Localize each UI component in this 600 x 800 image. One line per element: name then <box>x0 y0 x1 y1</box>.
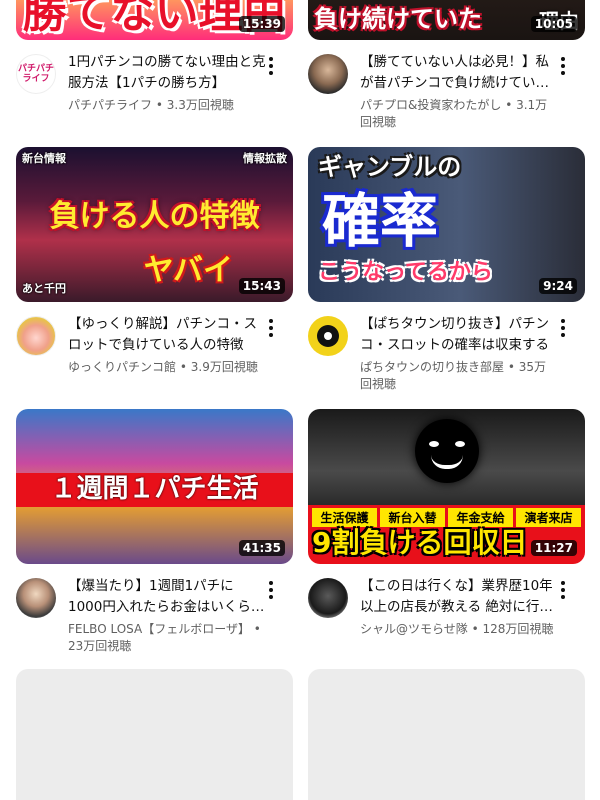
thumbnail-caption-tertiary: こうなってるから <box>318 260 493 285</box>
thumbnail-caption: 負け続けていた <box>314 4 482 33</box>
video-title[interactable]: 【爆当たり】1週間1パチに1000円入れたらお金はいくら増えるのか <box>68 576 266 618</box>
eye-icon <box>317 325 339 347</box>
video-card[interactable]: 新台情報 情報拡散 負ける人の特徴 ヤバイ あと千円 15:43 【ゆっくり解説… <box>16 147 293 394</box>
video-duration: 10:05 <box>530 16 577 32</box>
video-subline: シャル@ツモらせ隊 • 128万回視聴 <box>360 621 558 638</box>
video-duration: 15:39 <box>238 16 285 32</box>
more-options-icon[interactable] <box>553 54 573 78</box>
more-options-icon[interactable] <box>261 316 281 340</box>
meta-separator: • <box>179 360 191 374</box>
more-options-icon[interactable] <box>261 578 281 602</box>
thumbnail-caption-secondary: 確率 <box>322 187 439 255</box>
loading-thumbnail-placeholder <box>308 669 585 800</box>
thumbnail-tag-row: 生活保護 新台入替 年金支給 演者来店 <box>312 508 581 527</box>
video-title[interactable]: 【ぱちタウン切り抜き】パチンコ・スロットの確率は収束する <box>360 314 558 356</box>
view-count: 3.9万回視聴 <box>190 360 258 374</box>
thumbnail-tag: あと千円 <box>22 282 66 295</box>
video-thumbnail[interactable]: 勝てない理由 15:39 <box>16 0 293 40</box>
video-duration: 41:35 <box>238 540 285 556</box>
channel-name[interactable]: シャル@ツモらせ隊 <box>360 622 468 636</box>
channel-avatar[interactable] <box>308 54 348 94</box>
video-thumbnail[interactable]: １週間１パチ生活 41:35 <box>16 409 293 564</box>
channel-name[interactable]: パチプロ&投資家わたがし <box>360 98 501 112</box>
video-duration: 15:43 <box>238 278 285 294</box>
channel-avatar[interactable] <box>308 578 348 618</box>
meta-separator: • <box>505 98 517 112</box>
video-subline: ゆっくりパチンコ館 • 3.9万回視聴 <box>68 359 266 376</box>
thumbnail-caption-secondary: ヤバイ <box>143 253 233 288</box>
loading-thumbnail-placeholder <box>16 669 293 800</box>
video-card[interactable]: １週間１パチ生活 41:35 【爆当たり】1週間1パチに1000円入れたらお金は… <box>16 409 293 656</box>
video-thumbnail[interactable]: 生活保護 新台入替 年金支給 演者来店 9割負ける回収日 11:27 <box>308 409 585 564</box>
meta-separator: • <box>253 622 261 636</box>
channel-avatar[interactable]: パチパチ ライフ <box>16 54 56 94</box>
video-card[interactable]: 勝てない理由 15:39 パチパチ ライフ 1円パチンコの勝てない理由と克服方法… <box>16 0 293 132</box>
video-duration: 11:27 <box>530 540 577 556</box>
video-meta: 【爆当たり】1週間1パチに1000円入れたらお金はいくら増えるのか FELBO … <box>16 578 293 656</box>
video-subline: FELBO LOSA【フェルボローザ】 • 23万回視聴 <box>68 621 266 655</box>
video-thumbnail[interactable]: 負け続けていた 理由 10:05 <box>308 0 585 40</box>
thumbnail-tag: 新台入替 <box>380 508 445 527</box>
video-thumbnail[interactable]: ギャンブルの 確率 こうなってるから 9:24 <box>308 147 585 302</box>
video-subline: ぱちタウンの切り抜き部屋 • 35万回視聴 <box>360 359 558 393</box>
channel-name[interactable]: パチパチライフ <box>68 98 152 112</box>
video-title[interactable]: 【勝てていない人は必見！】私が昔パチンコで負け続けていた理由 <box>360 52 558 94</box>
thumbnail-tag: 年金支給 <box>448 508 513 527</box>
channel-name[interactable]: ゆっくりパチンコ館 <box>68 360 176 374</box>
avatar-logo-text: パチパチ ライフ <box>17 64 54 84</box>
video-title[interactable]: 1円パチンコの勝てない理由と克服方法【1パチの勝ち方】 <box>68 52 266 94</box>
video-title[interactable]: 【この日は行くな】業界歴10年以上の店長が教える 絶対に行ってはいけない日 <box>360 576 558 618</box>
thumbnail-tag: 演者来店 <box>516 508 581 527</box>
video-card[interactable]: 生活保護 新台入替 年金支給 演者来店 9割負ける回収日 11:27 【この日は… <box>308 409 585 656</box>
channel-avatar[interactable] <box>16 316 56 356</box>
thumbnail-tag: 情報拡散 <box>243 152 287 165</box>
meta-separator: • <box>507 360 519 374</box>
video-meta: パチパチ ライフ 1円パチンコの勝てない理由と克服方法【1パチの勝ち方】 パチパ… <box>16 54 293 132</box>
thumbnail-caption: ギャンブルの <box>318 153 462 181</box>
video-duration: 9:24 <box>539 278 577 294</box>
meta-separator: • <box>155 98 167 112</box>
video-meta: 【勝てていない人は必見！】私が昔パチンコで負け続けていた理由 パチプロ&投資家わ… <box>308 54 585 132</box>
thumbnail-tag: 生活保護 <box>312 508 377 527</box>
video-card[interactable]: 負け続けていた 理由 10:05 【勝てていない人は必見！】私が昔パチンコで負け… <box>308 0 585 132</box>
video-thumbnail[interactable]: 新台情報 情報拡散 負ける人の特徴 ヤバイ あと千円 15:43 <box>16 147 293 302</box>
video-grid: 勝てない理由 15:39 パチパチ ライフ 1円パチンコの勝てない理由と克服方法… <box>0 0 600 800</box>
video-subline: パチプロ&投資家わたがし • 3.1万回視聴 <box>360 97 558 131</box>
view-count: 3.3万回視聴 <box>166 98 234 112</box>
thumbnail-caption: 9割負ける回収日 <box>312 526 528 559</box>
video-meta: 【この日は行くな】業界歴10年以上の店長が教える 絶対に行ってはいけない日 シャ… <box>308 578 585 656</box>
channel-avatar[interactable] <box>308 316 348 356</box>
view-count: 128万回視聴 <box>482 622 554 636</box>
more-options-icon[interactable] <box>553 316 573 340</box>
video-card[interactable]: ギャンブルの 確率 こうなってるから 9:24 【ぱちタウン切り抜き】パチンコ・… <box>308 147 585 394</box>
video-subline: パチパチライフ • 3.3万回視聴 <box>68 97 266 114</box>
video-meta: 【ぱちタウン切り抜き】パチンコ・スロットの確率は収束する ぱちタウンの切り抜き部… <box>308 316 585 394</box>
channel-name[interactable]: FELBO LOSA【フェルボローザ】 <box>68 622 250 636</box>
shadow-figure <box>414 419 479 483</box>
meta-separator: • <box>471 622 483 636</box>
view-count: 23万回視聴 <box>68 639 132 653</box>
video-title[interactable]: 【ゆっくり解説】パチンコ・スロットで負けている人の特徴 <box>68 314 266 356</box>
thumbnail-tag: 新台情報 <box>22 152 66 165</box>
thumbnail-caption: １週間１パチ生活 <box>50 474 259 504</box>
channel-avatar[interactable] <box>16 578 56 618</box>
more-options-icon[interactable] <box>553 578 573 602</box>
more-options-icon[interactable] <box>261 54 281 78</box>
thumbnail-caption: 負ける人の特徴 <box>49 199 260 234</box>
channel-name[interactable]: ぱちタウンの切り抜き部屋 <box>360 360 504 374</box>
video-meta: 【ゆっくり解説】パチンコ・スロットで負けている人の特徴 ゆっくりパチンコ館 • … <box>16 316 293 394</box>
